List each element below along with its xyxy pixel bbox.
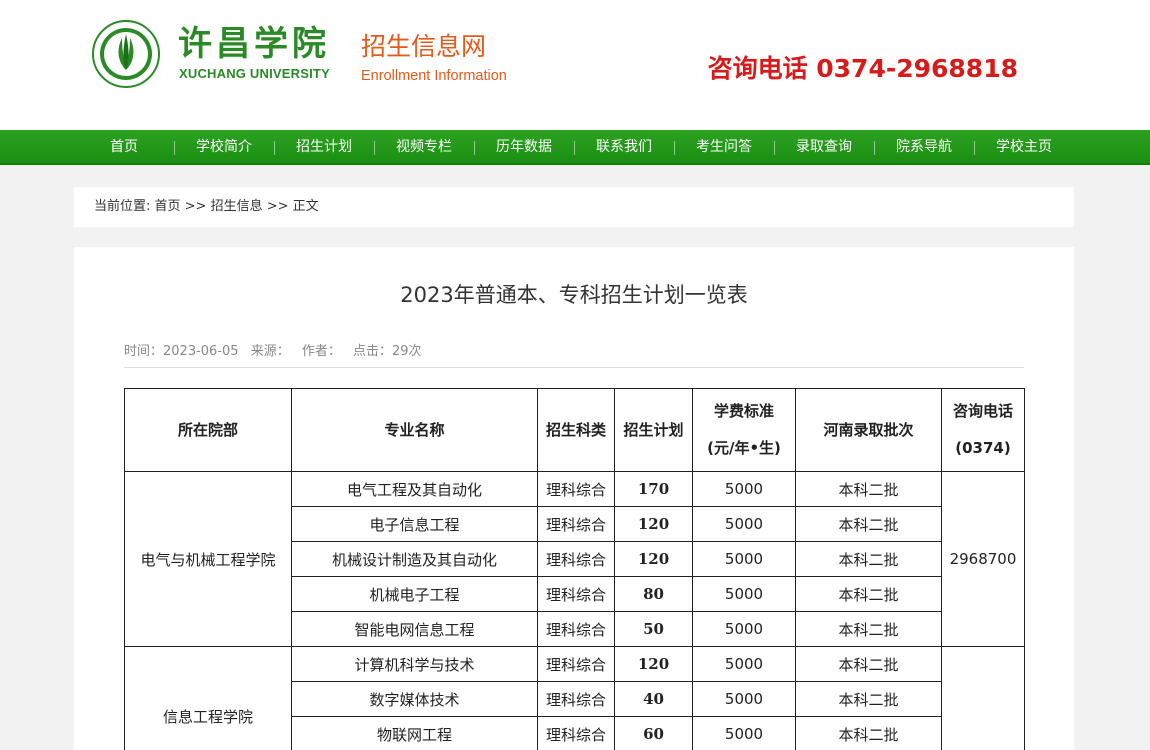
phone-cell: 2968700	[941, 471, 1025, 647]
header-batch: 河南录取批次	[795, 388, 942, 472]
fee-cell: 5000	[692, 471, 796, 507]
article-meta: 时间：2023-06-05 来源： 作者： 点击：29次	[124, 340, 430, 359]
major-cell: 数字媒体技术	[291, 681, 538, 717]
major-cell: 物联网工程	[291, 716, 538, 750]
table-row: 电气与机械工程学院 电气工程及其自动化 理科综合 170 5000 本科二批 2…	[124, 471, 1025, 647]
site-header: 许昌学院 XUCHANG UNIVERSITY 招生信息网 Enrollment…	[0, 0, 1150, 130]
batch-cell: 本科二批	[795, 471, 942, 507]
category-cell: 理科综合	[537, 611, 615, 647]
batch-cell: 本科二批	[795, 716, 942, 750]
major-cell: 电子信息工程	[291, 506, 538, 542]
article-author: 作者：	[301, 344, 341, 359]
batch-cell: 本科二批	[795, 541, 942, 577]
fee-cell: 5000	[692, 541, 796, 577]
fee-cell: 5000	[692, 576, 796, 612]
plan-cell: 170	[614, 471, 693, 507]
category-cell: 理科综合	[537, 506, 615, 542]
breadcrumb-section-link[interactable]: 招生信息	[211, 199, 263, 214]
fee-cell: 5000	[692, 681, 796, 717]
plan-cell: 120	[614, 506, 693, 542]
nav-item-home[interactable]: 首页	[74, 130, 174, 165]
school-name-cn[interactable]: 许昌学院	[178, 24, 330, 64]
breadcrumb-separator: >>	[262, 199, 293, 214]
category-cell: 理科综合	[537, 576, 615, 612]
fee-cell: 5000	[692, 506, 796, 542]
header-phone-line1: 咨询电话	[952, 402, 1013, 420]
batch-cell: 本科二批	[795, 646, 942, 682]
article-title: 2023年普通本、专科招生计划一览表	[400, 283, 748, 307]
header-fee-line1: 学费标准	[713, 402, 774, 420]
enrollment-plan-table: 所在院部 专业名称 招生科类 招生计划 学费标准 (元/年•生) 河南录取批次 咨…	[124, 388, 1025, 750]
fee-cell: 5000	[692, 646, 796, 682]
main-nav: 首页 学校简介 招生计划 视频专栏 历年数据 联系我们 考生问答 录取查询 院系…	[0, 130, 1150, 165]
category-cell: 理科综合	[537, 681, 615, 717]
dept-cell: 电气与机械工程学院	[124, 471, 292, 647]
header-major: 专业名称	[291, 388, 538, 472]
plan-cell: 40	[614, 681, 693, 717]
batch-cell: 本科二批	[795, 611, 942, 647]
breadcrumb: 当前位置: 首页 >> 招生信息 >> 正文	[94, 187, 319, 227]
article-source: 来源：	[250, 344, 290, 359]
nav-item-history-data[interactable]: 历年数据	[474, 130, 574, 165]
breadcrumb-prefix: 当前位置:	[94, 199, 155, 214]
plan-cell: 120	[614, 646, 693, 682]
breadcrumb-bar: 当前位置: 首页 >> 招生信息 >> 正文	[74, 187, 1074, 227]
header-category: 招生科类	[537, 388, 615, 472]
nav-item-contact[interactable]: 联系我们	[574, 130, 674, 165]
header-plan: 招生计划	[614, 388, 693, 472]
plan-cell: 120	[614, 541, 693, 577]
plan-cell: 60	[614, 716, 693, 750]
breadcrumb-separator: >>	[180, 199, 211, 214]
article-clicks: 点击：29次	[353, 344, 422, 359]
nav-item-videos[interactable]: 视频专栏	[374, 130, 474, 165]
nav-item-enrollment-plan[interactable]: 招生计划	[274, 130, 374, 165]
batch-cell: 本科二批	[795, 576, 942, 612]
article-time: 时间：2023-06-05	[124, 344, 239, 359]
fee-cell: 5000	[692, 611, 796, 647]
university-emblem-icon[interactable]	[92, 20, 160, 88]
major-cell: 计算机科学与技术	[291, 646, 538, 682]
header-phone: 咨询电话 (0374)	[941, 388, 1025, 472]
nav-item-about[interactable]: 学校简介	[174, 130, 274, 165]
plan-cell: 80	[614, 576, 693, 612]
table-row: 信息工程学院 计算机科学与技术 理科综合 120 5000 本科二批	[124, 646, 1025, 750]
school-name-en[interactable]: XUCHANG UNIVERSITY	[179, 66, 330, 81]
table-header-row: 所在院部 专业名称 招生科类 招生计划 学费标准 (元/年•生) 河南录取批次 咨…	[124, 388, 1025, 472]
dept-cell: 信息工程学院	[124, 646, 292, 750]
nav-item-school-home[interactable]: 学校主页	[974, 130, 1074, 165]
breadcrumb-current: 正文	[292, 199, 319, 214]
major-cell: 机械设计制造及其自动化	[291, 541, 538, 577]
category-cell: 理科综合	[537, 471, 615, 507]
divider	[124, 367, 1024, 368]
hotline-phone: 咨询电话 0374-2968818	[707, 54, 1018, 83]
batch-cell: 本科二批	[795, 681, 942, 717]
plan-cell: 50	[614, 611, 693, 647]
major-cell: 智能电网信息工程	[291, 611, 538, 647]
header-dept: 所在院部	[124, 388, 292, 472]
category-cell: 理科综合	[537, 541, 615, 577]
site-name-cn: 招生信息网	[361, 32, 487, 61]
nav-item-admission-query[interactable]: 录取查询	[774, 130, 874, 165]
nav-item-departments[interactable]: 院系导航	[874, 130, 974, 165]
breadcrumb-home-link[interactable]: 首页	[155, 199, 181, 214]
phone-cell	[941, 646, 1025, 750]
header-fee: 学费标准 (元/年•生)	[692, 388, 796, 472]
batch-cell: 本科二批	[795, 506, 942, 542]
nav-item-faq[interactable]: 考生问答	[674, 130, 774, 165]
header-phone-line2: (0374)	[955, 439, 1011, 457]
site-name-en: Enrollment Information	[361, 68, 507, 84]
major-cell: 机械电子工程	[291, 576, 538, 612]
fee-cell: 5000	[692, 716, 796, 750]
category-cell: 理科综合	[537, 716, 615, 750]
category-cell: 理科综合	[537, 646, 615, 682]
article-content: 2023年普通本、专科招生计划一览表 时间：2023-06-05 来源： 作者：…	[74, 247, 1074, 750]
major-cell: 电气工程及其自动化	[291, 471, 538, 507]
header-fee-line2: (元/年•生)	[707, 439, 781, 457]
